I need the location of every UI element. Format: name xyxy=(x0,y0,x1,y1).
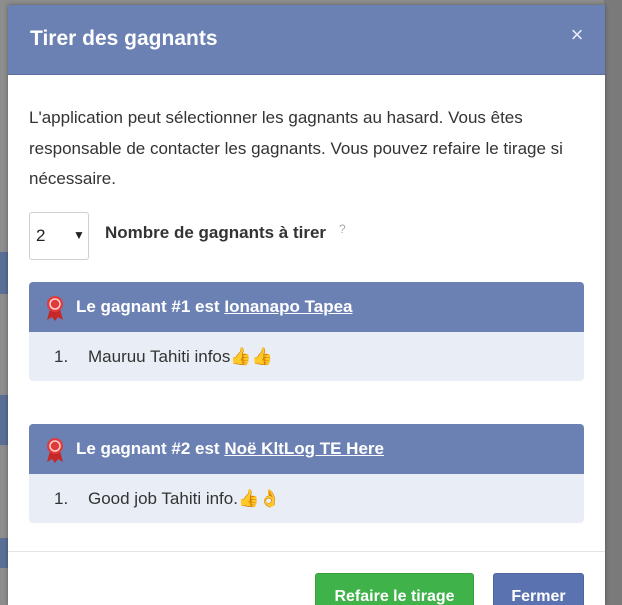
close-button[interactable]: Fermer xyxy=(493,573,584,605)
entry-number: 1. xyxy=(54,489,69,508)
award-ribbon-icon xyxy=(47,438,63,463)
winner-heading: Le gagnant #1 est Ionanapo Tapea xyxy=(29,282,584,332)
caret-down-icon: ▼ xyxy=(73,228,85,242)
entry-number: 1. xyxy=(54,347,69,366)
winner-prefix: Le gagnant #2 est xyxy=(76,439,220,458)
redo-draw-button[interactable]: Refaire le tirage xyxy=(315,573,474,605)
winner-count-label: Nombre de gagnants à tirer xyxy=(105,223,327,242)
draw-winners-modal: Tirer des gagnants × L'application peut … xyxy=(8,5,605,605)
winner-entry: 1. Good job Tahiti info.👍👌 xyxy=(29,474,584,523)
award-ribbon-icon xyxy=(47,296,63,321)
modal-header: Tirer des gagnants × xyxy=(8,5,605,75)
winner-heading: Le gagnant #2 est Noë KltLog TE Here xyxy=(29,424,584,474)
winner-name-link[interactable]: Noë KltLog TE Here xyxy=(224,439,384,458)
intro-text: L'application peut sélectionner les gagn… xyxy=(29,108,563,188)
winner-count-select[interactable]: 2 ▼ xyxy=(29,212,89,260)
winner-name-link[interactable]: Ionanapo Tapea xyxy=(224,297,352,316)
entry-comment: Good job Tahiti info.👍👌 xyxy=(88,489,281,508)
entry-comment: Mauruu Tahiti infos👍👍 xyxy=(88,347,273,366)
background-edge xyxy=(604,0,622,605)
winner-panel: Le gagnant #1 est Ionanapo Tapea 1. Maur… xyxy=(29,282,584,381)
modal-title: Tirer des gagnants xyxy=(30,27,218,50)
close-icon[interactable]: × xyxy=(567,23,587,47)
winner-entry: 1. Mauruu Tahiti infos👍👍 xyxy=(29,332,584,381)
footer-divider xyxy=(8,551,605,552)
winner-prefix: Le gagnant #1 est xyxy=(76,297,220,316)
winner-count-value: 2 xyxy=(36,226,46,245)
help-icon[interactable]: ? xyxy=(339,222,346,236)
winner-panel: Le gagnant #2 est Noë KltLog TE Here 1. … xyxy=(29,424,584,523)
